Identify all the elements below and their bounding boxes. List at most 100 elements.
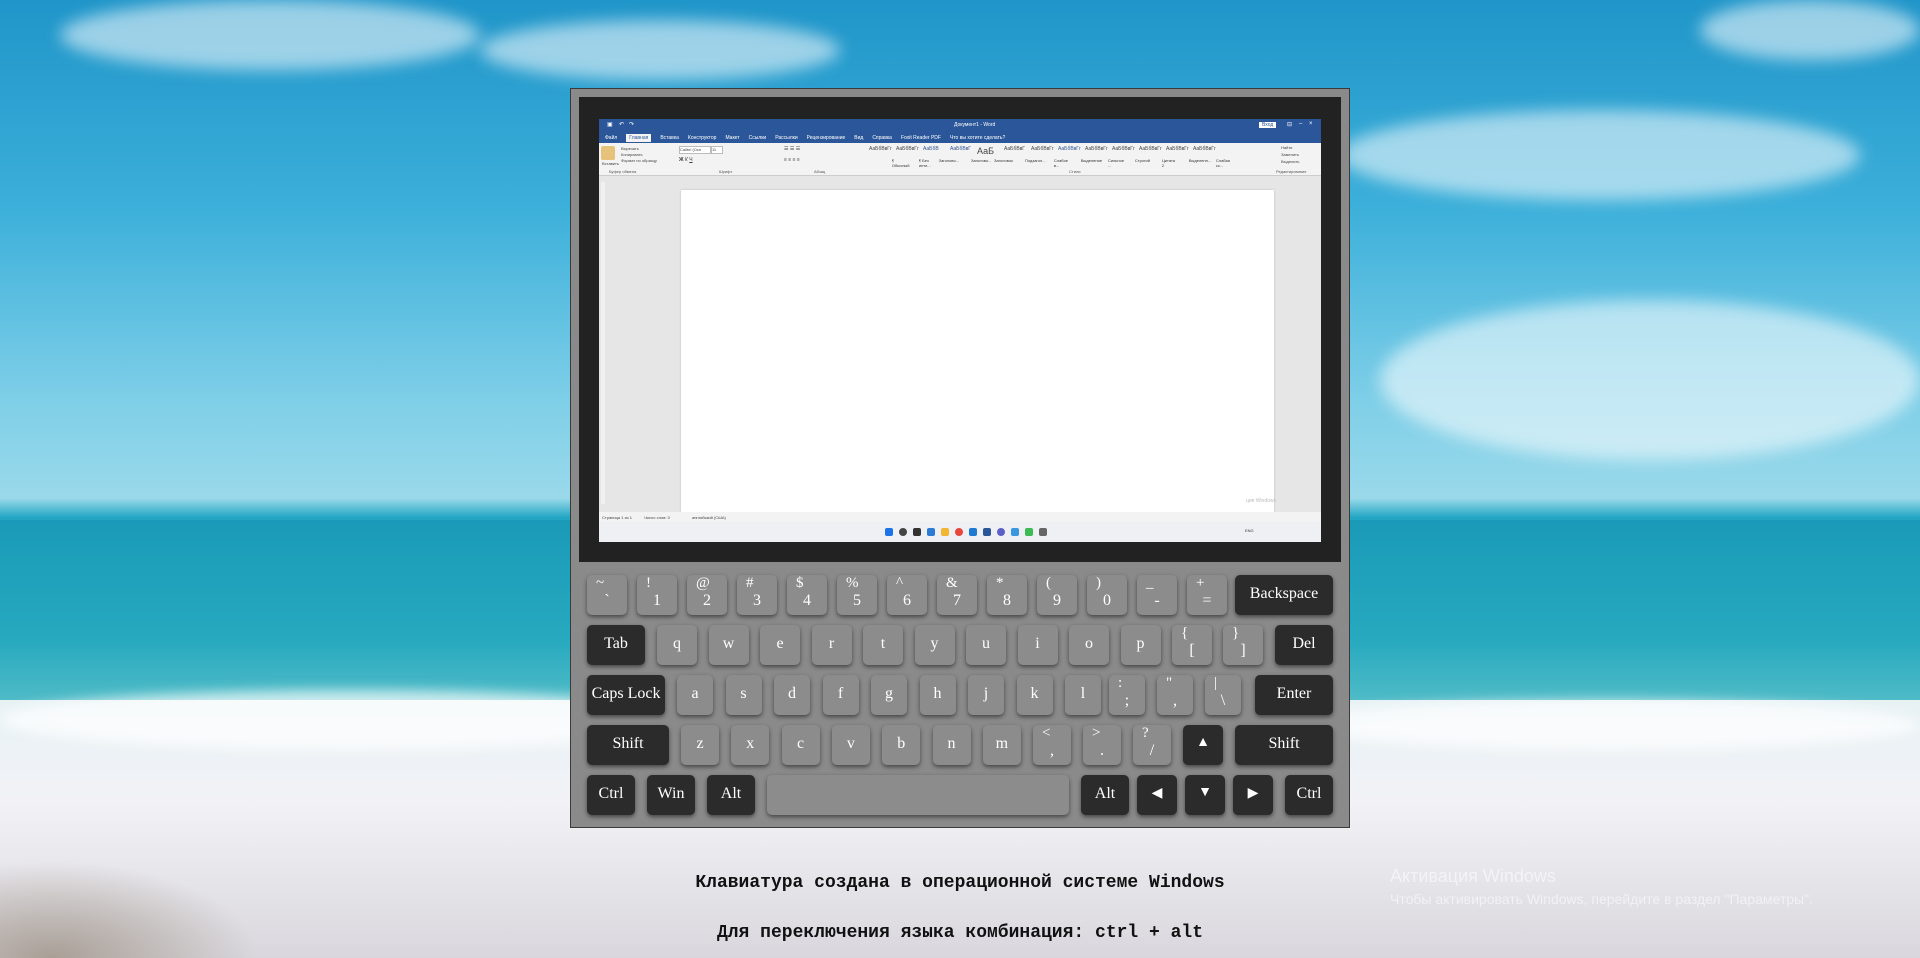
document-page[interactable]: ция Windows: [681, 190, 1276, 512]
key-z[interactable]: z: [681, 725, 719, 765]
right-alt-key[interactable]: Alt: [1081, 775, 1129, 815]
app-icon-2[interactable]: [1039, 528, 1047, 536]
chrome-icon[interactable]: [955, 528, 963, 536]
key-y[interactable]: y: [914, 625, 955, 665]
vscode-icon[interactable]: [969, 528, 977, 536]
key-3[interactable]: #3: [737, 575, 777, 615]
left-shift-key[interactable]: Shift: [587, 725, 669, 765]
right-shift-key[interactable]: Shift: [1235, 725, 1333, 765]
key-a[interactable]: a: [677, 675, 713, 715]
redo-icon[interactable]: ↷: [629, 121, 634, 128]
search-icon[interactable]: [899, 528, 907, 536]
key-u[interactable]: u: [966, 625, 1006, 665]
save-icon[interactable]: ▣: [607, 121, 613, 128]
find-button[interactable]: Найти: [1281, 145, 1292, 150]
key-`[interactable]: ~ `: [587, 575, 627, 615]
key-d[interactable]: d: [774, 675, 810, 715]
key-g[interactable]: g: [871, 675, 907, 715]
style-item[interactable]: АаБбВвГг Слабое в...: [1031, 146, 1068, 168]
style-item[interactable]: АаБбВвГг ¶ Обычный: [869, 146, 910, 168]
edge-icon[interactable]: [1011, 528, 1019, 536]
key-o[interactable]: o: [1069, 625, 1109, 665]
caps-lock-key[interactable]: Caps Lock: [587, 675, 665, 715]
copy-button[interactable]: Копировать: [621, 152, 643, 157]
key--[interactable]: _ -: [1137, 575, 1177, 615]
style-item[interactable]: АаБбВвГг Выделенн...: [1166, 146, 1211, 166]
backspace-key[interactable]: Backspace: [1235, 575, 1333, 615]
ribbon-tab[interactable]: Вид: [854, 135, 863, 141]
key-n[interactable]: n: [932, 725, 971, 765]
style-item[interactable]: АаБбВвГг Цитата 2: [1139, 146, 1175, 168]
key-=[interactable]: + =: [1187, 575, 1227, 615]
app-icon[interactable]: [1025, 528, 1033, 536]
key-\[interactable]: | \: [1205, 675, 1241, 715]
win-key[interactable]: Win: [647, 775, 695, 815]
ribbon-tab[interactable]: Макет: [725, 135, 739, 141]
key-9[interactable]: (9: [1037, 575, 1077, 615]
key-x[interactable]: x: [731, 725, 770, 765]
key-][interactable]: }]: [1223, 625, 1263, 665]
key-r[interactable]: r: [811, 625, 852, 665]
key-4[interactable]: $4: [787, 575, 827, 615]
undo-icon[interactable]: ↶: [619, 121, 624, 128]
ribbon-tab[interactable]: Конструктор: [688, 135, 717, 141]
left-alt-key[interactable]: Alt: [707, 775, 755, 815]
ribbon-tab[interactable]: Foxit Reader PDF: [901, 135, 941, 141]
style-item[interactable]: АаБбВвГ Заголово...: [950, 146, 991, 166]
key-0[interactable]: ) 0: [1087, 575, 1127, 615]
ribbon-tab[interactable]: Рассылки: [775, 135, 797, 141]
style-item[interactable]: АаБбВвГг Строгий: [1112, 146, 1150, 166]
bold-button[interactable]: Ж К Ч: [679, 157, 693, 163]
ribbon-tab[interactable]: Файл: [605, 135, 617, 141]
key-q[interactable]: q: [657, 625, 697, 665]
key-s[interactable]: s: [725, 675, 762, 715]
start-icon[interactable]: [885, 528, 893, 536]
key-v[interactable]: v: [831, 725, 870, 765]
key-7[interactable]: & 7: [937, 575, 977, 615]
key-8[interactable]: * 8: [987, 575, 1027, 615]
key-[[interactable]: {[: [1172, 625, 1212, 665]
key-6[interactable]: ^ 6: [887, 575, 927, 615]
style-item[interactable]: АаБбВвГг ¶ Без инте...: [896, 146, 931, 168]
list-buttons[interactable]: ☰ ☰ ☰: [784, 146, 800, 152]
paste-icon[interactable]: [601, 146, 615, 160]
ribbon-tab[interactable]: Рецензирование: [807, 135, 846, 141]
key-f[interactable]: f: [822, 675, 859, 715]
arrow-up-key[interactable]: ▲: [1183, 725, 1223, 765]
font-name-select[interactable]: Calibri (Осн: [679, 146, 711, 154]
key-p[interactable]: p: [1120, 625, 1161, 665]
key-/[interactable]: ? /: [1133, 725, 1171, 765]
key-5[interactable]: % 5: [837, 575, 877, 615]
arrow-left-key[interactable]: ◀: [1137, 775, 1177, 815]
format-painter-button[interactable]: Формат по образцу: [621, 158, 657, 163]
key-,[interactable]: ",: [1157, 675, 1193, 715]
right-ctrl-key[interactable]: Ctrl: [1285, 775, 1333, 815]
replace-button[interactable]: Заменить: [1281, 152, 1299, 157]
key-b[interactable]: b: [882, 725, 921, 765]
key-t[interactable]: t: [863, 625, 903, 665]
key-;[interactable]: :;: [1109, 675, 1145, 715]
style-item[interactable]: АаБбВвГг Сильное ...: [1085, 146, 1124, 168]
explorer-icon[interactable]: [941, 528, 949, 536]
key-w[interactable]: w: [708, 625, 749, 665]
style-item[interactable]: АаБбВвГ Подзагол...: [1004, 146, 1046, 166]
arrow-right-key[interactable]: ▶: [1233, 775, 1273, 815]
key-i[interactable]: i: [1017, 625, 1058, 665]
word-icon[interactable]: [983, 528, 991, 536]
minimize-icon[interactable]: –: [1299, 121, 1302, 127]
key-k[interactable]: k: [1016, 675, 1053, 715]
style-item[interactable]: АаБбВвГг Слабая сс...: [1193, 146, 1230, 168]
ribbon-tab[interactable]: Что вы хотите сделать?: [950, 135, 1005, 141]
ribbon-tab[interactable]: Ссылки: [749, 135, 767, 141]
key-h[interactable]: h: [919, 675, 956, 715]
close-icon[interactable]: ×: [1309, 121, 1313, 127]
align-buttons[interactable]: ≡ ≡ ≡ ≡: [784, 157, 800, 163]
teams-icon[interactable]: [997, 528, 1005, 536]
key-c[interactable]: c: [781, 725, 820, 765]
key-1[interactable]: ! 1: [637, 575, 677, 615]
style-item[interactable]: АаБбВвГг Выделение: [1058, 146, 1102, 166]
left-ctrl-key[interactable]: Ctrl: [587, 775, 635, 815]
ribbon-tab[interactable]: Вставка: [660, 135, 679, 141]
key-m[interactable]: m: [982, 725, 1021, 765]
arrow-down-key[interactable]: ▼: [1185, 775, 1225, 815]
